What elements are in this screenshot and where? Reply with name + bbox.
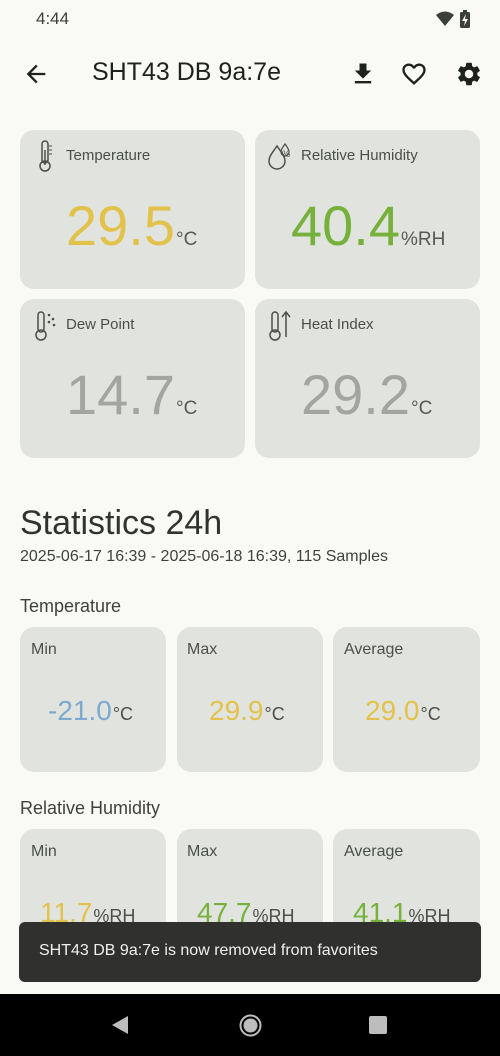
temp-avg-unit: °C — [420, 704, 441, 724]
wifi-icon — [436, 11, 454, 26]
status-icons — [436, 10, 470, 28]
humidity-value: 40.4 — [291, 194, 400, 257]
humidity-reading: 40.4 %RH — [291, 198, 445, 254]
nav-home-icon[interactable] — [239, 1014, 262, 1037]
temp-avg-card: Average 29.0 °C — [333, 627, 480, 772]
temperature-label: Temperature — [66, 147, 151, 164]
download-icon[interactable] — [349, 60, 377, 88]
humidity-label: Relative Humidity — [301, 147, 418, 164]
page-title: SHT43 DB 9a:7e — [92, 58, 281, 86]
system-nav-bar — [0, 994, 500, 1056]
humidity-unit: %RH — [401, 229, 446, 250]
temperature-card[interactable]: Temperature 29.5 °C — [20, 130, 245, 289]
heatindex-card[interactable]: Heat Index 29.2 °C — [255, 299, 480, 458]
temp-avg-value: 29.0 — [365, 695, 420, 726]
temp-min-unit: °C — [112, 704, 134, 724]
humidity-stats-heading: Relative Humidity — [20, 798, 161, 818]
dewpoint-reading: 14.7 °C — [66, 367, 197, 423]
nav-recents-icon[interactable] — [369, 1016, 387, 1034]
nav-back-icon[interactable] — [110, 1015, 130, 1035]
dewpoint-card[interactable]: Dew Point 14.7 °C — [20, 299, 245, 458]
dewpoint-label: Dew Point — [66, 316, 135, 333]
favorite-heart-icon[interactable] — [400, 60, 428, 88]
hum-min-label: Min — [31, 843, 57, 860]
dewpoint-unit: °C — [176, 398, 198, 419]
status-bar: 4:44 — [0, 0, 500, 40]
status-time: 4:44 — [36, 9, 70, 28]
snackbar-message: SHT43 DB 9a:7e is now removed from favor… — [39, 942, 378, 959]
settings-gear-icon[interactable] — [455, 60, 483, 88]
temperature-reading: 29.5 °C — [66, 198, 197, 254]
temperature-value: 29.5 — [66, 194, 175, 257]
temperature-stats-heading: Temperature — [20, 596, 122, 616]
heatindex-value: 29.2 — [301, 363, 410, 426]
temp-max-unit: °C — [264, 704, 285, 724]
back-arrow-icon[interactable] — [22, 60, 50, 88]
temp-max-label: Max — [187, 641, 218, 658]
hum-avg-label: Average — [344, 843, 404, 860]
temp-min-value: -21.0 — [48, 695, 112, 726]
dewpoint-value: 14.7 — [66, 363, 175, 426]
statistics-range: 2025-06-17 16:39 - 2025-06-18 16:39, 115… — [20, 548, 388, 565]
svg-text:%: % — [282, 149, 290, 159]
humidity-drop-icon: % — [268, 142, 290, 170]
snackbar: SHT43 DB 9a:7e is now removed from favor… — [19, 922, 481, 982]
temp-max-card: Max 29.9 °C — [177, 627, 323, 772]
heat-index-icon — [269, 310, 291, 341]
heatindex-reading: 29.2 °C — [301, 367, 432, 423]
thermometer-icon — [39, 140, 52, 172]
temperature-unit: °C — [176, 229, 198, 250]
temp-avg-label: Average — [344, 641, 404, 658]
temp-max-reading: 29.9 °C — [209, 697, 285, 725]
battery-charging-icon — [460, 10, 470, 28]
app-bar: SHT43 DB 9a:7e — [0, 48, 500, 100]
temp-min-card: Min -21.0 °C — [20, 627, 166, 772]
statistics-title: Statistics 24h — [20, 504, 223, 542]
dewpoint-thermometer-icon — [35, 311, 56, 341]
temp-min-reading: -21.0 °C — [48, 697, 133, 725]
hum-max-label: Max — [187, 843, 218, 860]
humidity-card[interactable]: % Relative Humidity 40.4 %RH — [255, 130, 480, 289]
temp-min-label: Min — [31, 641, 57, 658]
heatindex-label: Heat Index — [301, 316, 374, 333]
temp-max-value: 29.9 — [209, 695, 264, 726]
temp-avg-reading: 29.0 °C — [365, 697, 441, 725]
heatindex-unit: °C — [411, 398, 433, 419]
